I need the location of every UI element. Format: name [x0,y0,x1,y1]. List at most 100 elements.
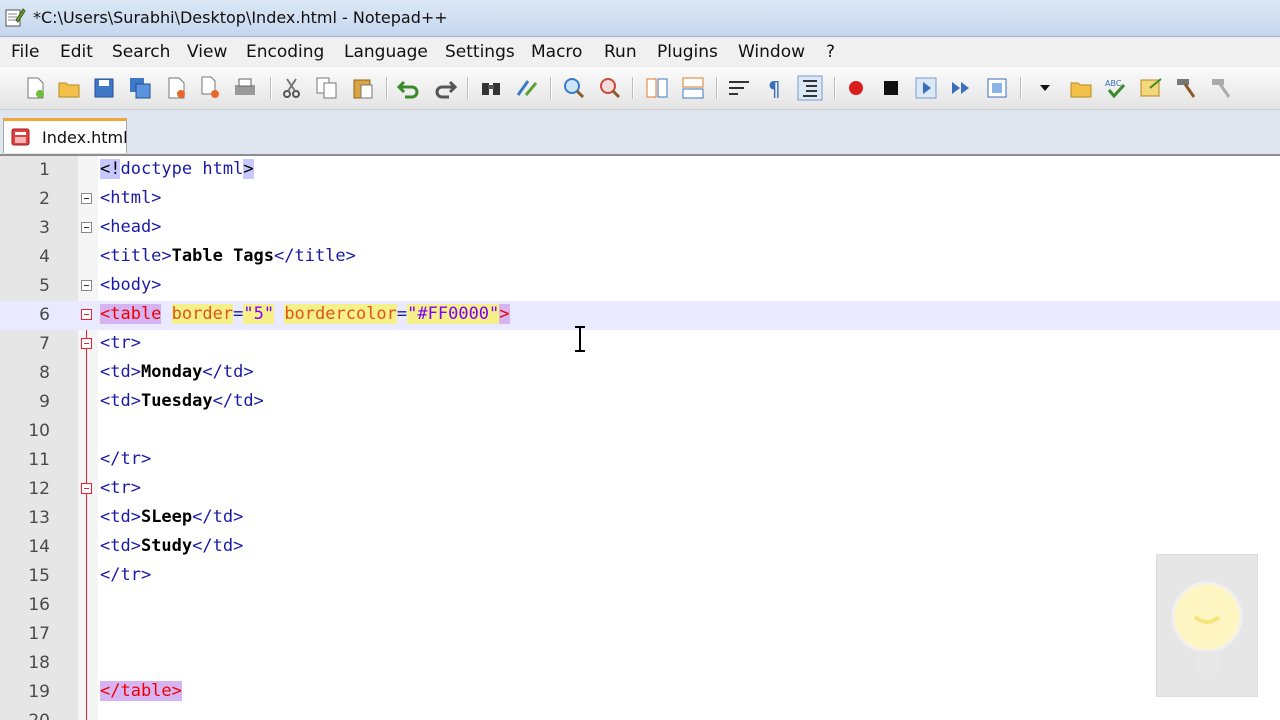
code-line[interactable]: 20 [0,707,1280,720]
fold-toggle-icon[interactable] [81,338,92,349]
print-icon[interactable] [232,75,258,101]
code-line[interactable]: 17 [0,620,1280,649]
watermark-logo [1156,554,1258,697]
code-editor[interactable]: 1 <!doctype html> 2 <html> 3 <head> 4 <title>Ta… [0,156,1280,720]
menu-file[interactable]: File [11,42,39,62]
fold-toggle-icon[interactable] [81,483,92,494]
line-number: 8 [39,363,50,383]
toolbar-separator [1020,77,1022,99]
line-number: 17 [28,624,50,644]
code-line[interactable]: 19 </table> [0,678,1280,707]
code-line[interactable]: 6 <table border="5" bordercolor="#FF0000"… [0,301,1280,330]
word-wrap-icon[interactable] [726,75,752,101]
tab-label: Index.html [42,128,128,147]
menu-search[interactable]: Search [112,42,170,62]
menu-bar: File Edit Search View Encoding Language … [0,37,1280,67]
tab-index-html[interactable]: Index.html [3,118,128,153]
code-line[interactable]: 18 [0,649,1280,678]
text-cursor-icon [575,326,585,352]
menu-language[interactable]: Language [344,42,428,62]
code-line[interactable]: 3 <head> [0,214,1280,243]
code-token: </td> [202,362,254,382]
copy-icon[interactable] [314,75,340,101]
fold-toggle-icon[interactable] [81,222,92,233]
line-number: 1 [39,160,50,180]
menu-edit[interactable]: Edit [60,42,93,62]
line-number: 13 [28,508,50,528]
replace-icon[interactable] [514,75,540,101]
code-line[interactable]: 12 <tr> [0,475,1280,504]
close-icon[interactable] [163,75,189,101]
tools-icon[interactable] [1208,75,1234,101]
line-number: 5 [39,276,50,296]
code-line[interactable]: 14 <td>Study</td> [0,533,1280,562]
zoom-out-icon[interactable] [597,75,623,101]
tab-bar: Index.html [0,110,1280,156]
code-line[interactable]: 8 <td>Monday</td> [0,359,1280,388]
paste-icon[interactable] [350,75,376,101]
code-line[interactable]: 2 <html> [0,185,1280,214]
indent-guide-icon[interactable] [797,75,823,101]
menu-view[interactable]: View [187,42,227,62]
folder-icon[interactable] [1068,75,1094,101]
line-number: 11 [28,450,50,470]
code-line[interactable]: 7 <tr> [0,330,1280,359]
code-token: Monday [140,362,203,382]
open-file-icon[interactable] [56,75,82,101]
save-macro-icon[interactable] [984,75,1010,101]
code-line[interactable]: 16 [0,591,1280,620]
save-all-icon[interactable] [127,75,153,101]
new-file-icon[interactable] [22,75,48,101]
code-token: > [243,159,254,179]
run-macro-multiple-icon[interactable] [948,75,974,101]
code-token: = [233,304,244,324]
export-icon[interactable] [1138,75,1164,101]
cut-icon[interactable] [279,75,305,101]
menu-run[interactable]: Run [604,42,637,62]
redo-icon[interactable] [432,75,458,101]
menu-window[interactable]: Window [738,42,805,62]
code-line[interactable]: 9 <td>Tuesday</td> [0,388,1280,417]
undo-icon[interactable] [396,75,422,101]
zoom-in-icon[interactable] [561,75,587,101]
show-all-characters-icon[interactable]: ¶ [762,75,788,101]
sync-horizontal-icon[interactable] [680,75,706,101]
menu-help[interactable]: ? [826,42,835,62]
code-text: <head> [100,217,161,237]
record-macro-icon[interactable] [843,75,869,101]
hammer-icon[interactable] [1173,75,1199,101]
save-icon[interactable] [91,75,117,101]
close-all-icon[interactable] [198,75,224,101]
fold-toggle-icon[interactable] [81,309,92,320]
dropdown-icon[interactable] [1032,75,1058,101]
code-line[interactable]: 10 [0,417,1280,446]
menu-settings[interactable]: Settings [445,42,515,62]
code-line[interactable]: 1 <!doctype html> [0,156,1280,185]
code-line[interactable]: 13 <td>SLeep</td> [0,504,1280,533]
code-text: </tr> [100,565,151,585]
menu-plugins[interactable]: Plugins [657,42,718,62]
code-token: </td> [212,391,264,411]
find-icon[interactable] [478,75,504,101]
menu-macro[interactable]: Macro [531,42,582,62]
code-text: <tr> [100,333,141,353]
code-token: <td> [100,536,141,556]
code-token: SLeep [140,507,193,527]
stop-recording-icon[interactable] [878,75,904,101]
playback-icon[interactable] [913,75,939,101]
fold-toggle-icon[interactable] [81,193,92,204]
code-line[interactable]: 11 </tr> [0,446,1280,475]
code-line[interactable]: 4 <title>Table Tags</title> [0,243,1280,272]
sync-vertical-icon[interactable] [644,75,670,101]
code-text: <td>Monday</td> [100,362,254,382]
code-token: <td> [100,362,141,382]
code-line[interactable]: 5 <body> [0,272,1280,301]
menu-encoding[interactable]: Encoding [246,42,324,62]
fold-toggle-icon[interactable] [81,280,92,291]
code-line[interactable]: 15 </tr> [0,562,1280,591]
line-number: 12 [28,479,50,499]
code-token: <title> [100,246,172,266]
spellcheck-icon[interactable]: ABC [1103,75,1129,101]
